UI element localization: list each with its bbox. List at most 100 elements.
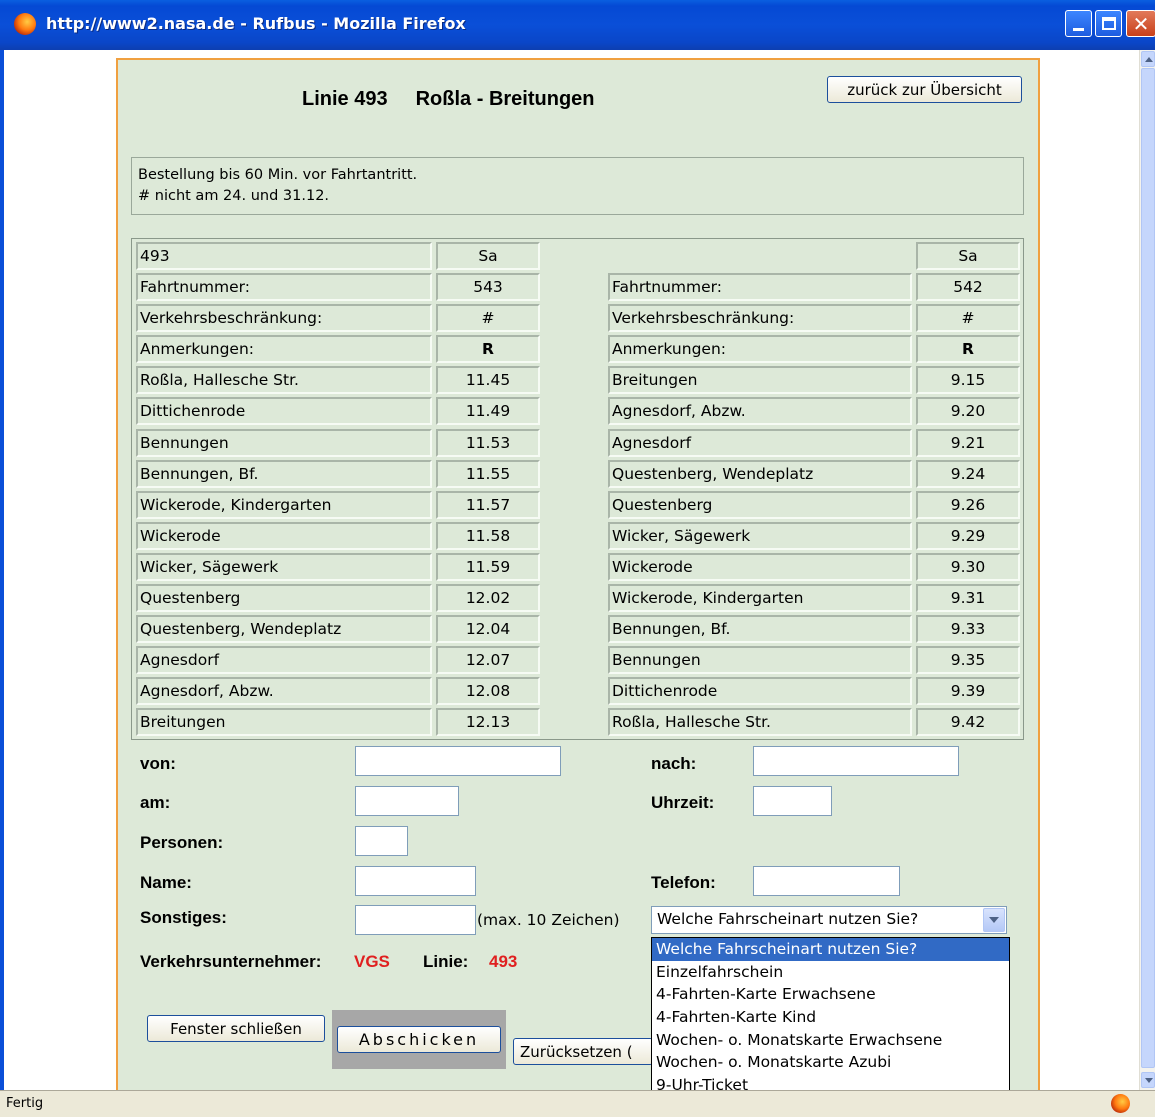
time-outbound: 11.55 [436, 459, 540, 488]
ticket-type-option[interactable]: Wochen- o. Monatskarte Erwachsene [652, 1029, 1009, 1052]
stop-name-return: Roßla, Hallesche Str. [608, 708, 912, 737]
stop-name-return: Fahrtnummer: [608, 273, 912, 301]
stop-name-outbound: Bennungen, Bf. [136, 459, 432, 488]
stop-name-return: Bennungen, Bf. [608, 615, 912, 644]
time-input[interactable] [753, 786, 832, 816]
misc-input[interactable] [355, 905, 476, 935]
page-title: Linie 493 Roßla - Breitungen [302, 88, 595, 111]
scrollbar-thumb[interactable] [1141, 68, 1155, 1068]
stop-name-outbound: Questenberg, Wendeplatz [136, 615, 432, 644]
stop-name-return: Dittichenrode [608, 677, 912, 706]
time-return: 9.24 [916, 459, 1020, 488]
stop-name-outbound: Agnesdorf [136, 646, 432, 675]
stop-name-outbound: Bennungen [136, 428, 432, 457]
close-window-button[interactable]: ✕ [1126, 10, 1155, 37]
scroll-up-icon[interactable] [1141, 51, 1155, 67]
window-titlebar[interactable]: http://www2.nasa.de - Rufbus - Mozilla F… [0, 0, 1155, 50]
stop-name-return: Agnesdorf, Abzw. [608, 397, 912, 426]
stop-name-return: Bennungen [608, 646, 912, 675]
ticket-type-option[interactable]: Welche Fahrscheinart nutzen Sie? [652, 938, 1009, 961]
time-outbound: R [436, 335, 540, 364]
von-label: von: [140, 754, 176, 773]
maximize-icon [1102, 17, 1116, 30]
date-input[interactable] [355, 786, 459, 816]
stop-name-outbound: Verkehrsbeschränkung: [136, 304, 432, 333]
time-return: R [916, 335, 1020, 364]
am-label: am: [140, 793, 171, 812]
time-outbound: 543 [436, 273, 540, 301]
time-outbound: # [436, 304, 540, 333]
operator-label: Verkehrsunternehmer: [140, 952, 322, 971]
time-outbound: 11.45 [436, 366, 540, 395]
stop-name-outbound: Wickerode [136, 521, 432, 550]
time-outbound: 12.02 [436, 584, 540, 612]
stop-name-return: Anmerkungen: [608, 335, 912, 364]
phone-input[interactable] [753, 866, 900, 896]
stop-name-outbound: Wicker, Sägewerk [136, 552, 432, 581]
time-return: 9.15 [916, 366, 1020, 395]
window-frame-left [0, 50, 4, 1090]
stop-name-return: Breitungen [608, 366, 912, 395]
name-label: Name: [140, 873, 192, 892]
ticket-type-option[interactable]: Einzelfahrschein [652, 961, 1009, 984]
ticket-type-select[interactable]: Welche Fahrscheinart nutzen Sie? [651, 906, 1007, 934]
scroll-down-icon[interactable] [1141, 1072, 1155, 1088]
time-outbound: 11.49 [436, 397, 540, 426]
stop-name-outbound: Fahrtnummer: [136, 273, 432, 301]
time-return: 9.21 [916, 428, 1020, 457]
firefox-icon [14, 13, 36, 35]
ticket-type-selected: Welche Fahrscheinart nutzen Sie? [657, 910, 919, 928]
submit-button[interactable]: Abschicken [337, 1026, 501, 1053]
time-return: 9.33 [916, 615, 1020, 644]
time-return: 9.42 [916, 708, 1020, 737]
maximize-button[interactable] [1095, 10, 1122, 37]
time-outbound: 12.04 [436, 615, 540, 644]
minimize-button[interactable] [1065, 10, 1092, 37]
von-input[interactable] [355, 746, 561, 776]
booking-notes: Bestellung bis 60 Min. vor Fahrtantritt.… [131, 157, 1024, 215]
stop-name-return: Agnesdorf [608, 428, 912, 457]
line-number: Linie 493 [302, 88, 388, 110]
stop-name-return: Wickerode [608, 552, 912, 581]
vertical-scrollbar[interactable] [1139, 50, 1155, 1090]
route-name: Roßla - Breitungen [415, 88, 595, 110]
linie-value: 493 [489, 952, 518, 971]
stop-name-return: Questenberg, Wendeplatz [608, 459, 912, 488]
time-return: 9.20 [916, 397, 1020, 426]
reset-button[interactable]: Zurücksetzen ( [513, 1038, 653, 1065]
time-outbound: 11.59 [436, 552, 540, 581]
stop-name-outbound: Breitungen [136, 708, 432, 737]
misc-hint: (max. 10 Zeichen) [477, 911, 620, 929]
ticket-type-option[interactable]: Wochen- o. Monatskarte Azubi [652, 1051, 1009, 1074]
stop-name-outbound: Dittichenrode [136, 397, 432, 426]
note-line: Bestellung bis 60 Min. vor Fahrtantritt. [138, 167, 418, 183]
chevron-down-icon[interactable] [983, 908, 1005, 932]
time-outbound: 11.53 [436, 428, 540, 457]
stop-name-return: Wicker, Sägewerk [608, 521, 912, 550]
note-line: # nicht am 24. und 31.12. [138, 188, 330, 204]
persons-input[interactable] [355, 826, 408, 856]
time-return: 9.26 [916, 490, 1020, 519]
table-header-line: 493 [136, 242, 432, 270]
stop-name-outbound: Roßla, Hallesche Str. [136, 366, 432, 395]
time-return: 9.39 [916, 677, 1020, 706]
firefox-status-icon [1111, 1094, 1130, 1113]
stop-name-return: Wickerode, Kindergarten [608, 584, 912, 612]
table-header-day: Sa [916, 242, 1020, 270]
time-return: 9.30 [916, 552, 1020, 581]
time-outbound: 11.58 [436, 521, 540, 550]
time-outbound: 12.13 [436, 708, 540, 737]
close-window-form-button[interactable]: Fenster schließen [147, 1015, 325, 1042]
time-outbound: 12.08 [436, 677, 540, 706]
status-text: Fertig [6, 1096, 44, 1111]
name-input[interactable] [355, 866, 476, 896]
nach-input[interactable] [753, 746, 959, 776]
stop-name-outbound: Questenberg [136, 584, 432, 612]
status-bar: Fertig [0, 1090, 1155, 1117]
personen-label: Personen: [140, 833, 224, 852]
ticket-type-option[interactable]: 4-Fahrten-Karte Kind [652, 1006, 1009, 1029]
back-to-overview-button[interactable]: zurück zur Übersicht [827, 76, 1022, 103]
time-return: 9.31 [916, 584, 1020, 612]
ticket-type-option[interactable]: 4-Fahrten-Karte Erwachsene [652, 983, 1009, 1006]
time-return: 9.29 [916, 521, 1020, 550]
